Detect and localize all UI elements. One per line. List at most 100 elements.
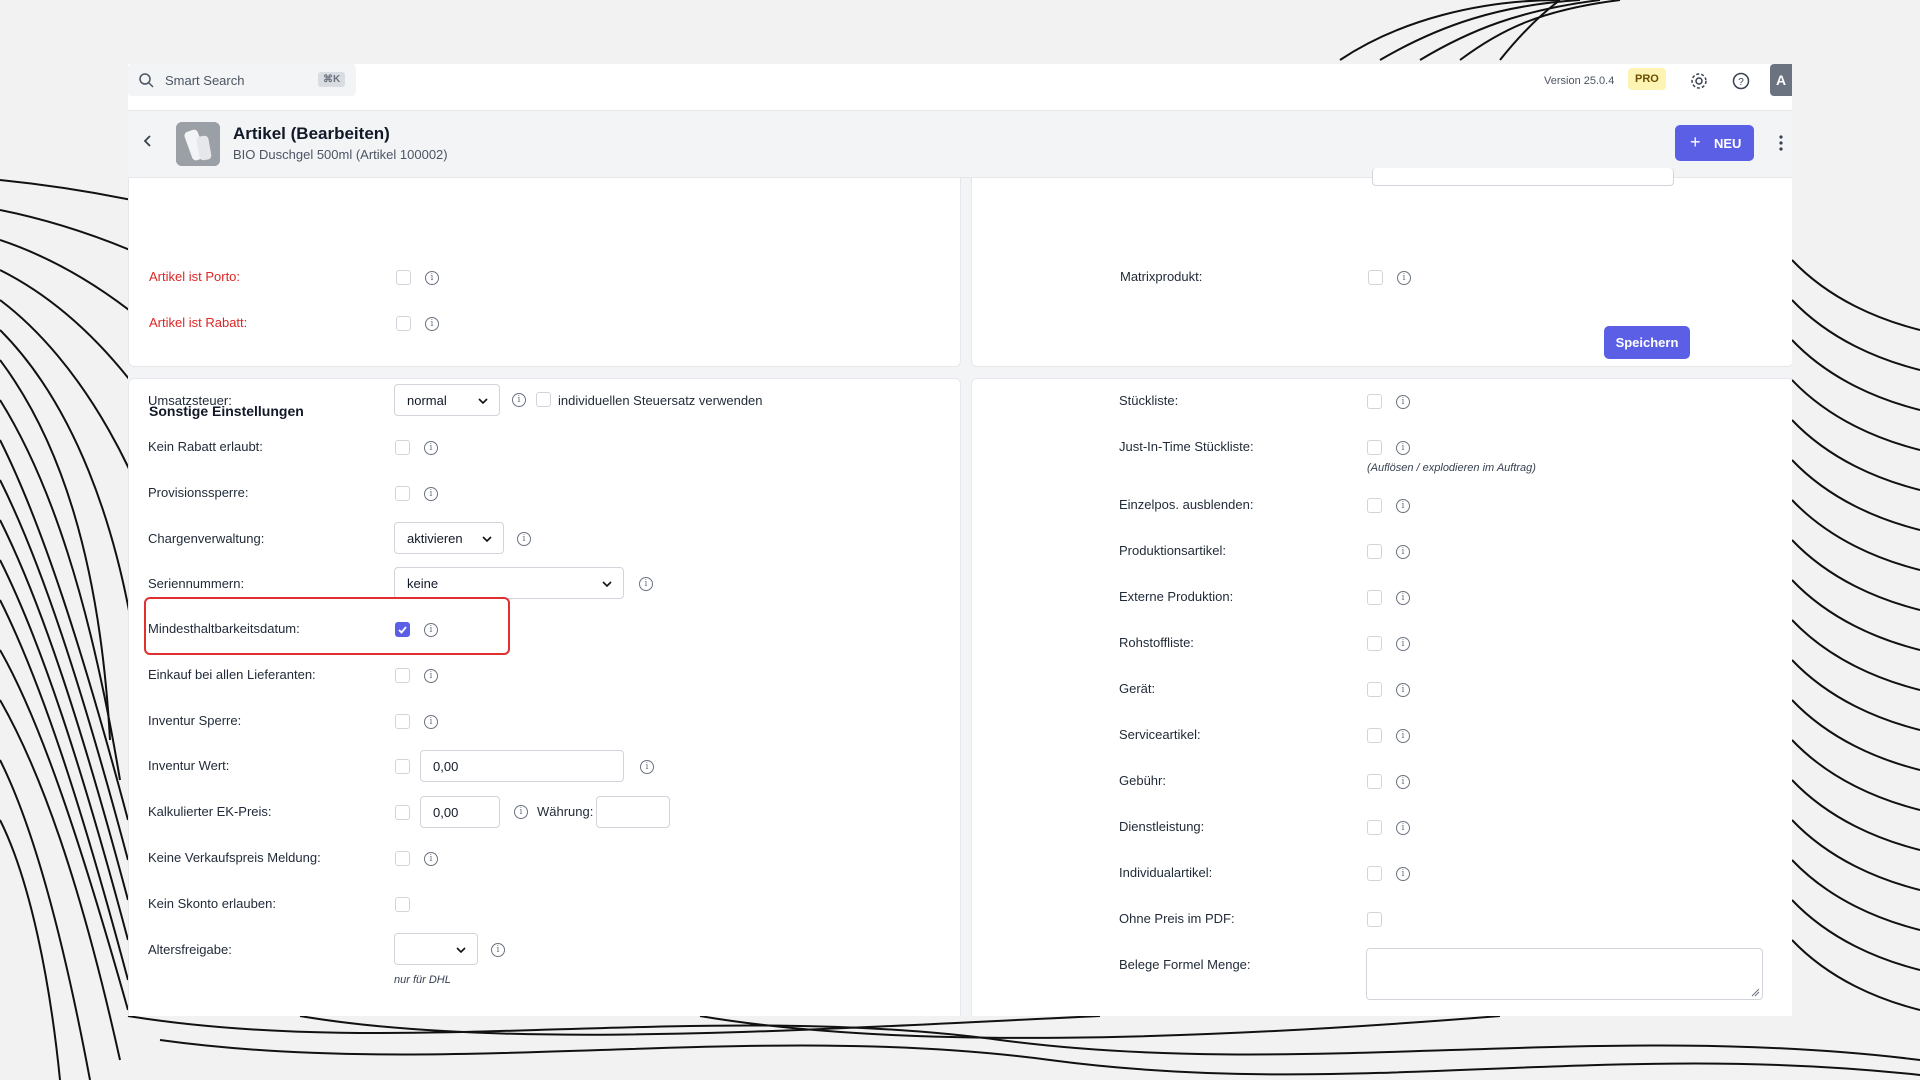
checkbox-gebuehr[interactable] (1367, 774, 1382, 789)
label-altersfreigabe: Altersfreigabe: (148, 942, 232, 957)
label-einzelpos-ausblenden: Einzelpos. ausblenden: (1119, 497, 1254, 512)
info-icon[interactable]: i (424, 669, 438, 683)
checkbox-kein-skonto[interactable] (395, 897, 410, 912)
info-icon[interactable]: i (1396, 637, 1410, 651)
info-icon[interactable]: i (1396, 683, 1410, 697)
product-thumbnail (176, 122, 220, 166)
ek-preis-input[interactable]: 0,00 (420, 796, 500, 828)
checkbox-jit-stueckliste[interactable] (1367, 440, 1382, 455)
label-kalkulierter-ek-preis: Kalkulierter EK-Preis: (148, 804, 272, 819)
info-icon[interactable]: i (639, 577, 653, 591)
checkbox-ek-preis[interactable] (395, 805, 410, 820)
checkbox-matrixprodukt[interactable] (1368, 270, 1383, 285)
chevron-down-icon (482, 536, 492, 543)
resize-handle-icon[interactable] (1751, 988, 1760, 997)
new-button-label: NEU (1714, 136, 1742, 151)
info-icon[interactable]: i (491, 943, 505, 957)
label-kein-rabatt: Kein Rabatt erlaubt: (148, 439, 263, 454)
checkbox-externe-produktion[interactable] (1367, 590, 1382, 605)
scrolled-field[interactable] (1372, 168, 1674, 186)
checkbox-individueller-steuersatz[interactable] (536, 392, 551, 407)
gear-icon[interactable] (1689, 71, 1709, 91)
chevron-down-icon (456, 947, 466, 954)
more-options-icon[interactable] (1778, 133, 1784, 153)
umsatzsteuer-select[interactable]: normal (394, 384, 500, 416)
help-icon[interactable]: ? (1731, 71, 1751, 91)
info-icon[interactable]: i (1397, 271, 1411, 285)
checkbox-dienstleistung[interactable] (1367, 820, 1382, 835)
label-artikel-porto: Artikel ist Porto: (149, 269, 241, 284)
label-belege-formel-menge: Belege Formel Menge: (1119, 957, 1251, 972)
checkbox-stueckliste[interactable] (1367, 394, 1382, 409)
label-provisionssperre: Provisionssperre: (148, 485, 249, 500)
info-icon[interactable]: i (424, 487, 438, 501)
info-icon[interactable]: i (1396, 545, 1410, 559)
info-icon[interactable]: i (640, 760, 654, 774)
checkbox-rohstoffliste[interactable] (1367, 636, 1382, 651)
info-icon[interactable]: i (425, 317, 439, 331)
avatar[interactable]: A (1770, 64, 1792, 96)
altersfreigabe-select[interactable] (394, 933, 478, 965)
checkbox-einzelpos-ausblenden[interactable] (1367, 498, 1382, 513)
umsatzsteuer-value: normal (407, 393, 447, 408)
label-serviceartikel: Serviceartikel: (1119, 727, 1201, 742)
checkbox-keine-verkaufspreis-meldung[interactable] (395, 851, 410, 866)
checkbox-kein-rabatt[interactable] (395, 440, 410, 455)
info-icon[interactable]: i (512, 393, 526, 407)
version-label: Version 25.0.4 (1544, 75, 1615, 87)
label-inventur-wert: Inventur Wert: (148, 758, 230, 773)
plan-badge: PRO (1628, 68, 1666, 90)
label-chargenverwaltung: Chargenverwaltung: (148, 531, 265, 546)
new-button[interactable]: + NEU (1675, 125, 1754, 161)
save-button[interactable]: Speichern (1604, 326, 1690, 359)
info-icon[interactable]: i (1396, 395, 1410, 409)
checkbox-geraet[interactable] (1367, 682, 1382, 697)
smart-search[interactable]: Smart Search ⌘K (128, 64, 356, 96)
info-icon[interactable]: i (1396, 775, 1410, 789)
seriennummern-select[interactable]: keine (394, 567, 624, 599)
page-title: Artikel (Bearbeiten) (233, 124, 390, 143)
svg-text:?: ? (1738, 77, 1744, 88)
checkbox-produktionsartikel[interactable] (1367, 544, 1382, 559)
info-icon[interactable]: i (1396, 591, 1410, 605)
info-icon[interactable]: i (514, 805, 528, 819)
chevron-down-icon (602, 581, 612, 588)
info-icon[interactable]: i (1396, 499, 1410, 513)
info-icon[interactable]: i (1396, 729, 1410, 743)
highlight-box (144, 597, 510, 655)
label-einkauf-lieferanten: Einkauf bei allen Lieferanten: (148, 667, 316, 682)
panel-top-right: Matrixprodukt: i Speichern (971, 168, 1792, 367)
info-icon[interactable]: i (424, 852, 438, 866)
checkbox-inventur-sperre[interactable] (395, 714, 410, 729)
label-individueller-steuersatz: individuellen Steuersatz verwenden (558, 393, 763, 408)
info-icon[interactable]: i (1396, 867, 1410, 881)
app-window: Smart Search ⌘K Version 25.0.4 PRO ? A A… (128, 64, 1792, 1016)
label-keine-verkaufspreis-meldung: Keine Verkaufspreis Meldung: (148, 850, 321, 865)
label-geraet: Gerät: (1119, 681, 1156, 696)
search-shortcut-badge: ⌘K (318, 72, 346, 87)
inventur-wert-input[interactable]: 0,00 (420, 750, 624, 782)
info-icon[interactable]: i (1396, 821, 1410, 835)
back-arrow-icon[interactable] (140, 133, 156, 149)
info-icon[interactable]: i (425, 271, 439, 285)
checkbox-individualartikel[interactable] (1367, 866, 1382, 881)
chargenverwaltung-select[interactable]: aktivieren (394, 522, 504, 554)
checkbox-serviceartikel[interactable] (1367, 728, 1382, 743)
label-inventur-sperre: Inventur Sperre: (148, 713, 242, 728)
label-ohne-preis-pdf: Ohne Preis im PDF: (1119, 911, 1235, 926)
label-stueckliste: Stückliste: (1119, 393, 1179, 408)
info-icon[interactable]: i (424, 715, 438, 729)
checkbox-einkauf-lieferanten[interactable] (395, 668, 410, 683)
ek-preis-value: 0,00 (433, 805, 459, 820)
info-icon[interactable]: i (517, 532, 531, 546)
checkbox-inventur-wert[interactable] (395, 759, 410, 774)
checkbox-ohne-preis-pdf[interactable] (1367, 912, 1382, 927)
label-gebuehr: Gebühr: (1119, 773, 1166, 788)
info-icon[interactable]: i (424, 441, 438, 455)
belege-formel-menge-textarea[interactable] (1366, 948, 1763, 1000)
checkbox-artikel-rabatt[interactable] (396, 316, 411, 331)
waehrung-input[interactable] (596, 796, 670, 828)
checkbox-provisionssperre[interactable] (395, 486, 410, 501)
info-icon[interactable]: i (1396, 441, 1410, 455)
checkbox-artikel-porto[interactable] (396, 270, 411, 285)
